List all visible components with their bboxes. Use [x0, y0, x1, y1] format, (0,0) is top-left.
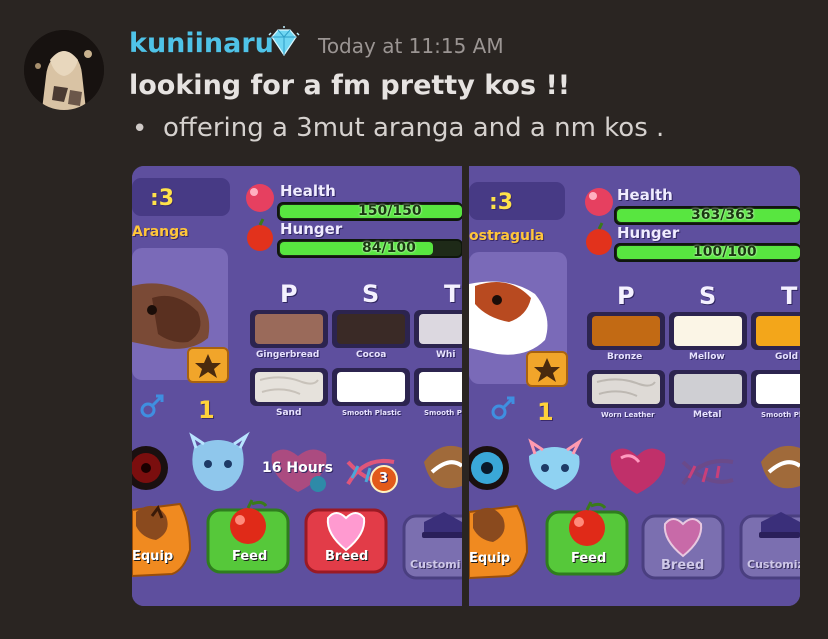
- trait-s: S: [362, 280, 380, 308]
- equip-button[interactable]: Equip: [132, 549, 173, 564]
- health-label: Health: [617, 186, 673, 204]
- swatch-label: Smooth Pl: [424, 409, 462, 417]
- pet-level: :3: [489, 190, 514, 215]
- pet-count: 1: [537, 398, 554, 426]
- feed-button[interactable]: Feed: [571, 551, 606, 566]
- health-value: 150/150: [358, 203, 422, 219]
- swatch-label: Smooth Plastic: [342, 409, 402, 417]
- username[interactable]: kuniinaru: [129, 28, 274, 59]
- swatch-label: Mellow: [689, 352, 725, 362]
- swatch-label: Whi: [436, 350, 456, 360]
- swatch-label: Sand: [276, 408, 302, 418]
- equip-button[interactable]: Equip: [469, 551, 510, 566]
- trait-t: T: [781, 282, 798, 310]
- pet-count: 1: [198, 396, 215, 424]
- hunger-value: 100/100: [693, 244, 757, 260]
- swatch-label: Worn Leather: [601, 411, 655, 419]
- trait-p: P: [617, 282, 635, 310]
- swatch-label: Smooth Pl: [761, 411, 800, 419]
- hunger-label: Hunger: [280, 220, 343, 238]
- diamond-icon: [268, 26, 300, 57]
- pet-name: ostragula: [469, 228, 545, 244]
- cooldown-hours: 16 Hours: [262, 460, 333, 476]
- customize-button[interactable]: Customi: [410, 558, 461, 571]
- mutation-count: 3: [379, 471, 389, 486]
- trait-p: P: [280, 280, 298, 308]
- bullet-dot: •: [132, 114, 148, 144]
- swatch-label: Metal: [693, 410, 722, 420]
- swatch-label: Bronze: [607, 352, 643, 362]
- breed-button[interactable]: Breed: [325, 549, 368, 564]
- pet-screenshot-ostragula[interactable]: :3 ostragula Health 363/363 Hunger 100/1…: [469, 166, 800, 606]
- pet-level: :3: [150, 186, 175, 211]
- swatch-label: Gingerbread: [256, 350, 320, 360]
- trait-t: T: [444, 280, 461, 308]
- hunger-value: 84/100: [362, 240, 416, 256]
- pet-name: Aranga: [132, 224, 189, 240]
- feed-button[interactable]: Feed: [232, 549, 267, 564]
- message-timestamp: Today at 11:15 AM: [318, 34, 504, 58]
- customize-button[interactable]: Customiz: [747, 558, 800, 571]
- trait-s: S: [699, 282, 717, 310]
- health-value: 363/363: [691, 207, 755, 223]
- user-avatar[interactable]: [24, 30, 104, 110]
- swatch-label: Cocoa: [356, 350, 387, 360]
- health-label: Health: [280, 182, 336, 200]
- breed-button[interactable]: Breed: [661, 558, 704, 573]
- hunger-label: Hunger: [617, 224, 680, 242]
- pet-screenshot-aranga[interactable]: :3 Aranga Health 150/150 Hunger 84/100 P…: [132, 166, 462, 606]
- message-bullet: offering a 3mut aranga and a nm kos .: [163, 113, 665, 143]
- swatch-label: Gold: [775, 352, 799, 362]
- message-title: looking for a fm pretty kos !!: [129, 70, 571, 101]
